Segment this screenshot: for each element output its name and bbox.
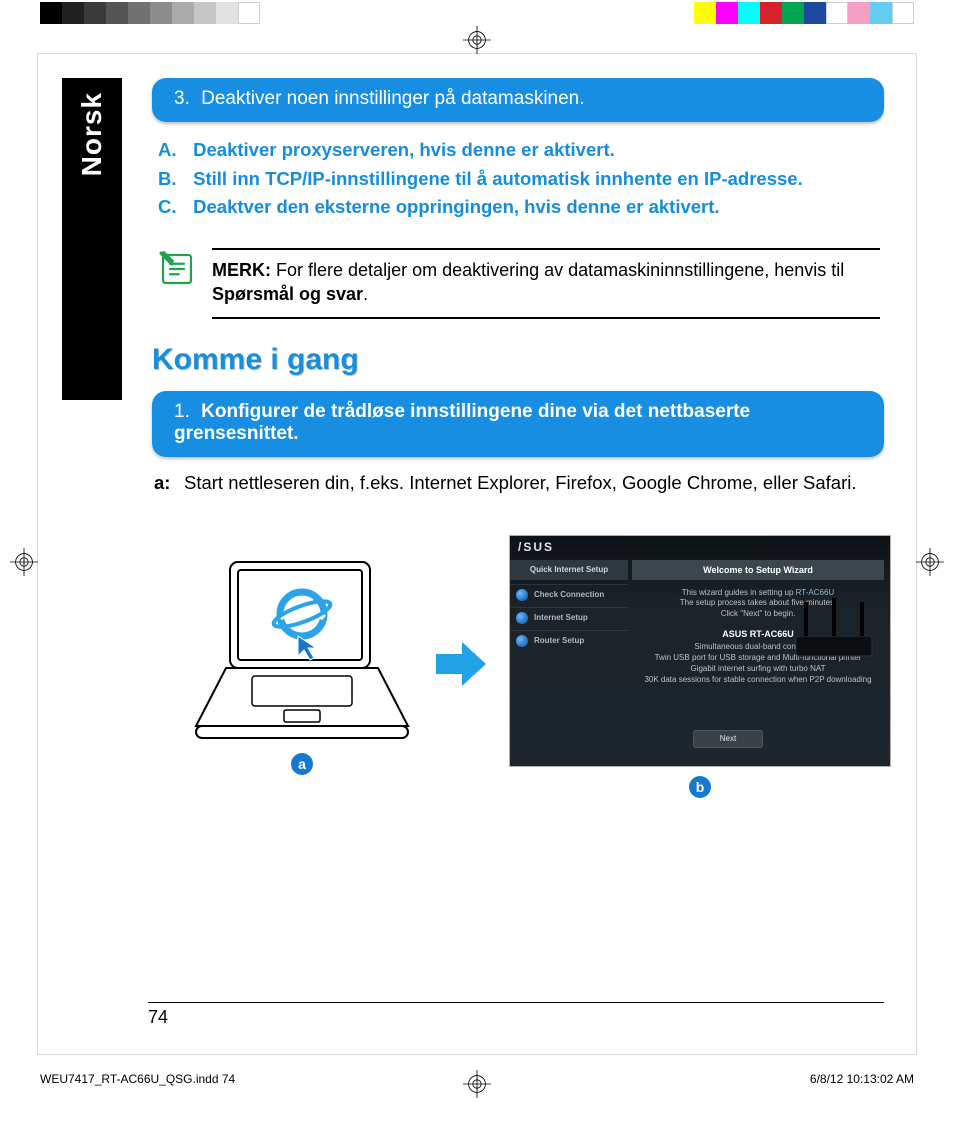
sub-step-a: A. Deaktiver proxyserveren, hvis denne e… (152, 136, 884, 165)
wizard-next-button: Next (693, 730, 763, 748)
registration-mark-icon (463, 26, 491, 54)
doc-timestamp: 6/8/12 10:13:02 AM (810, 1072, 914, 1086)
note-icon (156, 248, 198, 290)
wizard-brand: /SUS (518, 540, 554, 554)
wizard-title: Welcome to Setup Wizard (632, 560, 884, 580)
instruction-a: a: Start nettleseren din, f.eks. Interne… (154, 471, 882, 496)
setup-wizard-screenshot: /SUS Quick Internet Setup Check Connecti… (510, 536, 890, 766)
sub-step-list: A. Deaktiver proxyserveren, hvis denne e… (152, 136, 884, 222)
registration-mark-icon (916, 548, 944, 576)
language-tab-label: Norsk (76, 92, 108, 176)
badge-b: b (689, 776, 711, 798)
note-box: MERK: For flere detaljer om deaktivering… (152, 240, 884, 337)
page-frame: Norsk 3. Deaktiver noen innstillinger på… (38, 54, 916, 1054)
doc-filename: WEU7417_RT-AC66U_QSG.indd 74 (40, 1072, 235, 1086)
arrow-icon (434, 640, 488, 693)
wizard-sidebar: Quick Internet Setup Check Connection In… (510, 560, 628, 653)
page-number: 74 (148, 1002, 884, 1028)
note-text: MERK: For flere detaljer om deaktivering… (212, 248, 880, 319)
wizard-side-header: Quick Internet Setup (510, 560, 628, 580)
illustration-row: a /SUS Quick Internet Setup Check Connec… (192, 536, 884, 798)
wizard-side-item: Internet Setup (510, 607, 628, 630)
sub-step-c: C. Deaktver den eksterne oppringingen, h… (152, 193, 884, 222)
step-text: Konfigurer de trådløse innstillingene di… (174, 401, 750, 444)
step-3-bar: 3. Deaktiver noen innstillinger på datam… (152, 78, 884, 122)
laptop-illustration (192, 558, 412, 743)
wizard-side-item: Check Connection (510, 584, 628, 607)
step-1-bar: 1. Konfigurer de trådløse innstillingene… (152, 391, 884, 457)
section-heading: Komme i gang (152, 343, 884, 377)
color-registration-bar (40, 2, 914, 24)
badge-a: a (291, 753, 313, 775)
sub-step-b: B. Still inn TCP/IP-innstillingene til å… (152, 165, 884, 194)
step-text: Deaktiver noen innstillinger på datamask… (201, 88, 584, 109)
step-number: 1. (174, 401, 190, 422)
router-icon (786, 596, 882, 660)
step-number: 3. (174, 88, 190, 109)
registration-mark-icon (10, 548, 38, 576)
registration-mark-icon (463, 1070, 491, 1098)
language-tab: Norsk (62, 78, 122, 400)
wizard-side-item: Router Setup (510, 630, 628, 653)
